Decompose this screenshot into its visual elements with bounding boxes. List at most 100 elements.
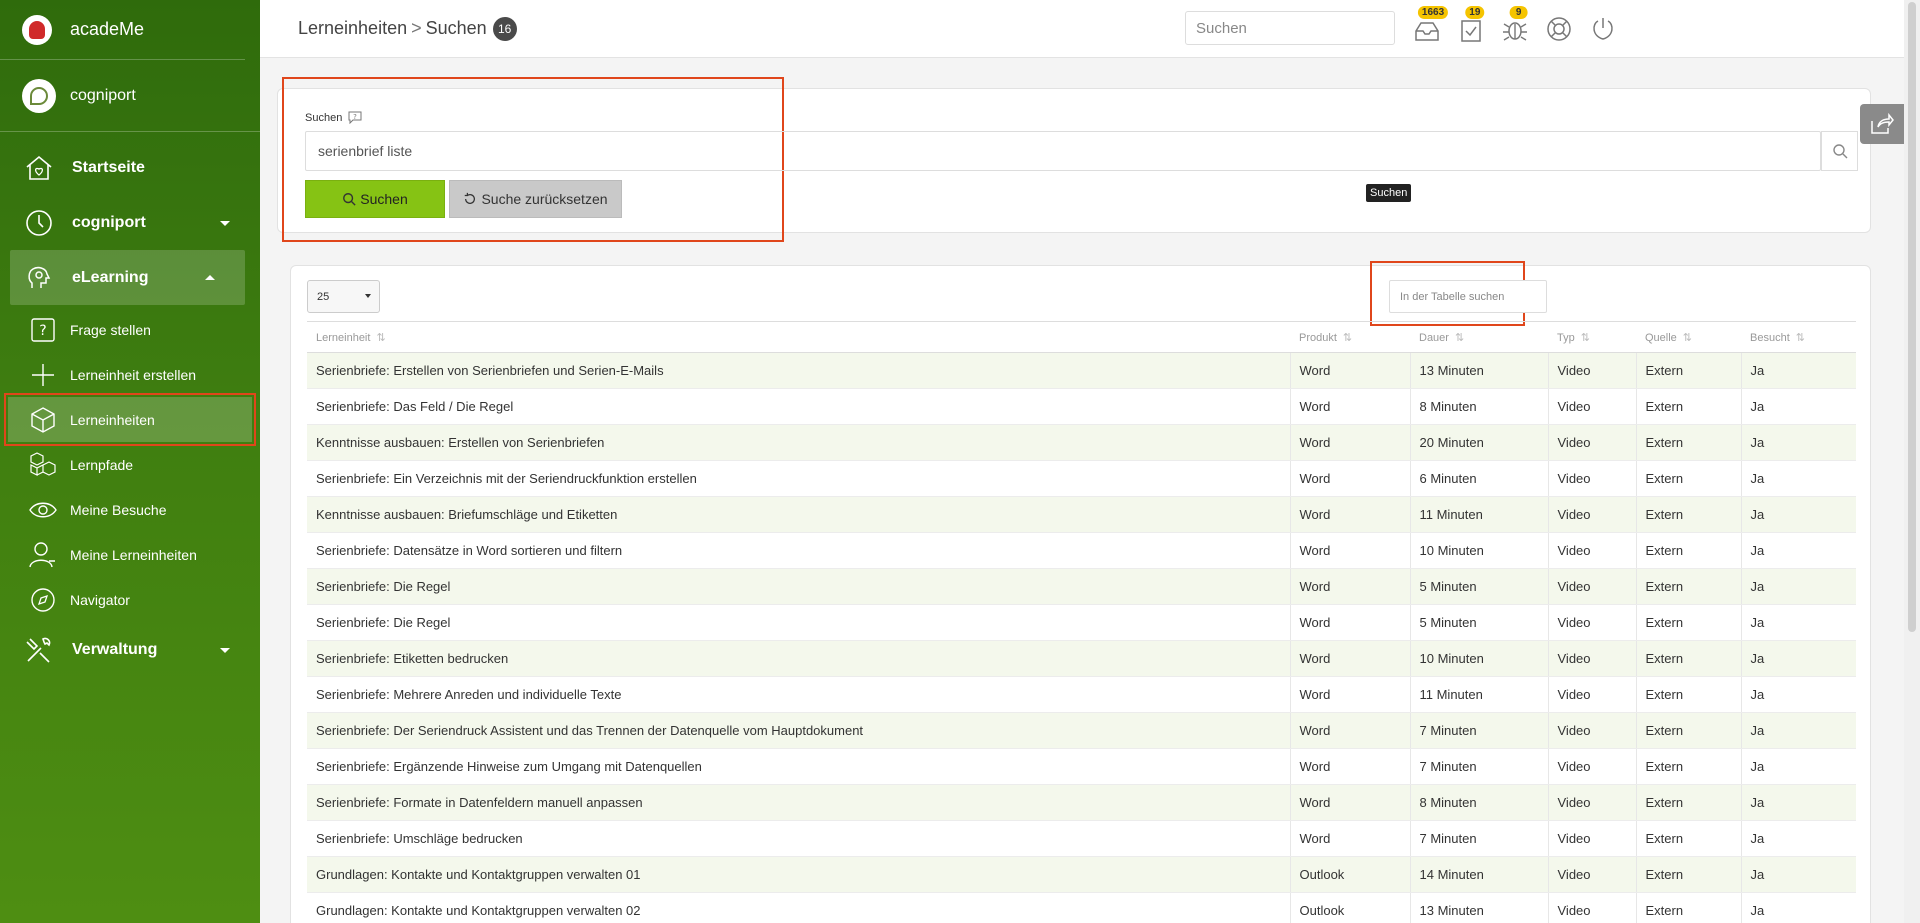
app-brand[interactable]: acadeMe bbox=[0, 0, 245, 60]
table-row[interactable]: Serienbriefe: Der Seriendruck Assistent … bbox=[307, 712, 1856, 749]
table-cell: Extern bbox=[1636, 820, 1742, 857]
nav-home[interactable]: Startseite bbox=[0, 140, 260, 195]
nav-create-unit[interactable]: Lerneinheit erstellen bbox=[0, 352, 260, 397]
table-cell[interactable]: Serienbriefe: Das Feld / Die Regel bbox=[307, 388, 1291, 425]
table-row[interactable]: Serienbriefe: Ergänzende Hinweise zum Um… bbox=[307, 748, 1856, 785]
table-cell: Video bbox=[1548, 784, 1637, 821]
table-cell: Ja bbox=[1741, 496, 1856, 533]
nav-my-visits[interactable]: Meine Besuche bbox=[0, 487, 260, 532]
table-cell: Video bbox=[1548, 424, 1637, 461]
table-cell: Ja bbox=[1741, 676, 1856, 713]
nav-elearning-label: eLearning bbox=[72, 268, 149, 286]
table-cell[interactable]: Kenntnisse ausbauen: Briefumschläge und … bbox=[307, 496, 1291, 533]
table-row[interactable]: Serienbriefe: Ein Verzeichnis mit der Se… bbox=[307, 460, 1856, 497]
sort-icon: ⇅ bbox=[1795, 331, 1805, 344]
table-cell[interactable]: Serienbriefe: Die Regel bbox=[307, 568, 1291, 605]
reset-search-button[interactable]: Suche zurücksetzen bbox=[449, 180, 622, 218]
table-cell: Word bbox=[1290, 748, 1411, 785]
share-button[interactable] bbox=[1860, 104, 1904, 144]
table-cell[interactable]: Grundlagen: Kontakte und Kontaktgruppen … bbox=[307, 856, 1291, 893]
table-cell: Extern bbox=[1636, 460, 1742, 497]
col-header-visited[interactable]: Besucht ⇅ bbox=[1741, 321, 1856, 353]
help-bubble-icon[interactable]: ? bbox=[347, 110, 363, 129]
table-cell[interactable]: Serienbriefe: Ergänzende Hinweise zum Um… bbox=[307, 748, 1291, 785]
home-icon bbox=[22, 151, 56, 185]
main-nav: Startseite cogniport eLearning ? Frage s… bbox=[0, 132, 260, 677]
search-icon bbox=[343, 193, 356, 206]
nav-ask-question[interactable]: ? Frage stellen bbox=[0, 307, 260, 352]
table-cell[interactable]: Serienbriefe: Erstellen von Serienbriefe… bbox=[307, 352, 1291, 389]
sort-icon: ⇅ bbox=[376, 331, 386, 344]
table-cell: Word bbox=[1290, 496, 1411, 533]
inbox-icon bbox=[1415, 22, 1439, 41]
nav-cogniport-label: cogniport bbox=[72, 213, 146, 231]
scrollbar-thumb[interactable] bbox=[1908, 2, 1916, 632]
table-cell[interactable]: Serienbriefe: Formate in Datenfeldern ma… bbox=[307, 784, 1291, 821]
page-size-select[interactable]: 25 bbox=[307, 280, 380, 313]
result-count-badge: 16 bbox=[492, 16, 517, 41]
search-submit-icon-button[interactable] bbox=[1821, 131, 1858, 171]
table-cell[interactable]: Serienbriefe: Umschläge bedrucken bbox=[307, 820, 1291, 857]
table-row[interactable]: Serienbriefe: Datensätze in Word sortier… bbox=[307, 532, 1856, 569]
col-header-source[interactable]: Quelle ⇅ bbox=[1636, 321, 1741, 353]
search-query-input[interactable]: serienbrief liste bbox=[305, 131, 1821, 171]
breadcrumb-separator: > bbox=[411, 18, 422, 38]
nav-my-units[interactable]: Meine Lerneinheiten bbox=[0, 532, 260, 577]
page-scrollbar[interactable] bbox=[1904, 0, 1920, 923]
nav-learning-paths[interactable]: Lernpfade bbox=[0, 442, 260, 487]
table-cell: Extern bbox=[1636, 784, 1742, 821]
col-header-type[interactable]: Typ ⇅ bbox=[1548, 321, 1636, 353]
table-filter-input[interactable]: In der Tabelle suchen bbox=[1389, 280, 1547, 313]
table-cell: Extern bbox=[1636, 568, 1742, 605]
table-cell: Word bbox=[1290, 352, 1411, 389]
table-row[interactable]: Kenntnisse ausbauen: Erstellen von Serie… bbox=[307, 424, 1856, 461]
table-row[interactable]: Serienbriefe: Die Regel Word 5 Minuten Vide… bbox=[307, 568, 1856, 605]
table-cell: Word bbox=[1290, 604, 1411, 641]
app-name: acadeMe bbox=[70, 19, 145, 39]
table-cell: 5 Minuten bbox=[1410, 604, 1549, 641]
table-row[interactable]: Serienbriefe: Etiketten bedrucken Word 10 … bbox=[307, 640, 1856, 677]
table-row[interactable]: Serienbriefe: Das Feld / Die Regel Word 8 … bbox=[307, 388, 1856, 425]
search-button[interactable]: Suchen bbox=[305, 180, 445, 218]
table-cell[interactable]: Grundlagen: Kontakte und Kontaktgruppen … bbox=[307, 892, 1291, 923]
table-row[interactable]: Serienbriefe: Die Regel Word 5 Minuten Vide… bbox=[307, 604, 1856, 641]
col-header-duration[interactable]: Dauer ⇅ bbox=[1410, 321, 1548, 353]
table-cell: Ja bbox=[1741, 604, 1856, 641]
table-cell: Video bbox=[1548, 820, 1637, 857]
nav-units-label: Lerneinheiten bbox=[70, 411, 155, 428]
nav-learning-units[interactable]: Lerneinheiten bbox=[4, 393, 256, 446]
table-cell: 7 Minuten bbox=[1410, 820, 1549, 857]
table-row[interactable]: Serienbriefe: Mehrere Anreden und indivi… bbox=[307, 676, 1856, 713]
table-row[interactable]: Serienbriefe: Umschläge bedrucken Word 7 M… bbox=[307, 820, 1856, 857]
table-cell[interactable]: Serienbriefe: Ein Verzeichnis mit der Se… bbox=[307, 460, 1291, 497]
col-header-unit[interactable]: Lerneinheit ⇅ bbox=[307, 321, 1290, 353]
table-row[interactable]: Grundlagen: Kontakte und Kontaktgruppen … bbox=[307, 856, 1856, 893]
table-row[interactable]: Grundlagen: Kontakte und Kontaktgruppen … bbox=[307, 892, 1856, 923]
nav-cogniport[interactable]: cogniport bbox=[0, 195, 260, 250]
table-cell: Extern bbox=[1636, 496, 1742, 533]
table-cell: Outlook bbox=[1290, 892, 1411, 923]
table-cell[interactable]: Kenntnisse ausbauen: Erstellen von Serie… bbox=[307, 424, 1291, 461]
logout-button[interactable] bbox=[1581, 8, 1625, 50]
table-row[interactable]: Serienbriefe: Erstellen von Serienbriefe… bbox=[307, 352, 1856, 389]
table-cell[interactable]: Serienbriefe: Die Regel bbox=[307, 604, 1291, 641]
table-row[interactable]: Kenntnisse ausbauen: Briefumschläge und … bbox=[307, 496, 1856, 533]
nav-myunits-label: Meine Lerneinheiten bbox=[70, 546, 197, 563]
table-cell[interactable]: Serienbriefe: Datensätze in Word sortier… bbox=[307, 532, 1291, 569]
tasks-button[interactable]: 19 bbox=[1449, 6, 1493, 50]
inbox-button[interactable]: 1663 bbox=[1405, 6, 1449, 50]
global-search-input[interactable]: Suchen bbox=[1185, 11, 1395, 45]
table-cell[interactable]: Serienbriefe: Mehrere Anreden und indivi… bbox=[307, 676, 1291, 713]
breadcrumb-learning-units[interactable]: Lerneinheiten bbox=[298, 18, 407, 39]
col-header-product[interactable]: Produkt ⇅ bbox=[1290, 321, 1410, 353]
org-switcher[interactable]: cogniport bbox=[0, 60, 260, 132]
chevron-up-icon bbox=[205, 274, 215, 280]
nav-elearning[interactable]: eLearning bbox=[10, 250, 245, 305]
help-button[interactable] bbox=[1537, 8, 1581, 50]
table-cell[interactable]: Serienbriefe: Der Seriendruck Assistent … bbox=[307, 712, 1291, 749]
nav-admin[interactable]: Verwaltung bbox=[0, 622, 260, 677]
bugs-button[interactable]: 9 bbox=[1493, 6, 1537, 50]
table-row[interactable]: Serienbriefe: Formate in Datenfeldern ma… bbox=[307, 784, 1856, 821]
nav-navigator[interactable]: Navigator bbox=[0, 577, 260, 622]
table-cell[interactable]: Serienbriefe: Etiketten bedrucken bbox=[307, 640, 1291, 677]
